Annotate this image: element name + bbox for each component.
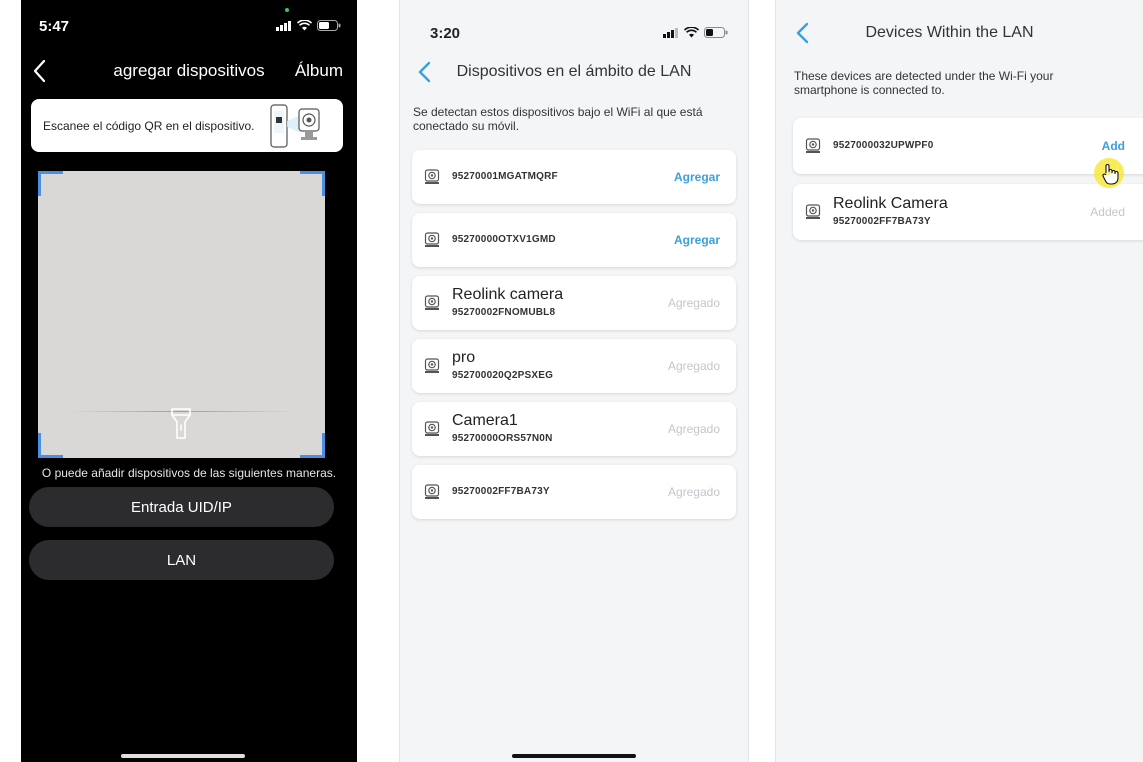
scan-corner	[38, 433, 63, 458]
camera-icon	[424, 295, 440, 311]
scan-device-illustration-icon	[270, 104, 320, 148]
device-card: 95270002FF7BA73Y Agregado	[412, 465, 736, 519]
device-uid: 95270002FF7BA73Y	[452, 486, 550, 497]
camera-icon	[805, 204, 821, 220]
added-status: Agregado	[667, 485, 720, 499]
device-name: Camera1	[452, 412, 518, 429]
scan-screen: 5:47 agregar dispositivos Álbum Escanee …	[21, 0, 357, 762]
device-card: 9527000032UPWPF0 Add	[793, 118, 1143, 174]
flashlight-icon[interactable]	[169, 407, 193, 441]
camera-icon	[424, 421, 440, 437]
device-card: pro 952700020Q2PSXEG Agregado	[412, 339, 736, 393]
added-status: Agregado	[667, 296, 720, 310]
page-title: Dispositivos en el ámbito de LAN	[456, 63, 692, 80]
add-device-button[interactable]: Agregar	[674, 233, 720, 247]
home-indicator	[512, 754, 636, 758]
device-card: 95270001MGATMQRF Agregar	[412, 150, 736, 204]
device-uid: 952700020Q2PSXEG	[452, 370, 554, 381]
uid-ip-entry-button[interactable]: Entrada UID/IP	[29, 487, 334, 527]
scan-corner	[300, 171, 325, 196]
lan-devices-screen-en: Devices Within the LAN These devices are…	[775, 0, 1143, 762]
camera-icon	[424, 484, 440, 500]
camera-icon	[424, 358, 440, 374]
nav-bar: Dispositivos en el ámbito de LAN	[400, 60, 748, 88]
battery-icon	[704, 27, 728, 38]
device-name: Reolink camera	[452, 286, 564, 303]
camera-icon	[424, 232, 440, 248]
nav-bar: Devices Within the LAN	[776, 21, 1143, 49]
added-status: Added	[1090, 205, 1125, 219]
device-uid: 95270001MGATMQRF	[452, 171, 558, 182]
device-card: 95270000OTXV1GMD Agregar	[412, 213, 736, 267]
device-uid: 95270002FF7BA73Y	[833, 216, 931, 227]
status-time: 3:20	[430, 25, 461, 42]
page-title: Devices Within the LAN	[865, 24, 1034, 41]
device-uid: 9527000032UPWPF0	[833, 140, 934, 151]
camera-icon	[424, 169, 440, 185]
description-text: These devices are detected under the Wi-…	[794, 69, 1054, 97]
status-time: 5:47	[39, 18, 70, 35]
scan-corner	[38, 171, 63, 196]
nav-bar: agregar dispositivos Álbum	[21, 58, 357, 86]
wifi-icon	[297, 20, 312, 31]
lan-button[interactable]: LAN	[29, 540, 334, 580]
battery-icon	[317, 20, 341, 31]
mic-indicator	[285, 8, 289, 12]
qr-hint-text: Escanee el código QR en el dispositivo.	[43, 119, 255, 133]
device-card: Camera1 95270000ORS57N0N Agregado	[412, 402, 736, 456]
wifi-icon	[684, 27, 699, 38]
device-name: pro	[452, 349, 476, 366]
album-button[interactable]: Álbum	[295, 61, 343, 81]
status-icons	[663, 27, 728, 38]
device-uid: 95270002FNOMUBL8	[452, 307, 556, 318]
camera-viewfinder	[38, 171, 325, 458]
status-icons	[276, 20, 341, 31]
device-uid: 95270000ORS57N0N	[452, 433, 553, 444]
home-indicator	[121, 754, 245, 758]
added-status: Agregado	[667, 359, 720, 373]
signal-icon	[663, 27, 678, 38]
camera-icon	[805, 138, 821, 154]
alternative-methods-text: O puede añadir dispositivos de las sigui…	[41, 466, 337, 480]
device-name: Reolink Camera	[833, 195, 948, 212]
lan-devices-screen-es: 3:20 Dispositivos en el ámbito de LAN Se…	[399, 0, 749, 762]
description-text: Se detectan estos dispositivos bajo el W…	[413, 105, 703, 133]
signal-icon	[276, 20, 291, 31]
scan-corner	[300, 433, 325, 458]
device-uid: 95270000OTXV1GMD	[452, 234, 556, 245]
added-status: Agregado	[667, 422, 720, 436]
device-card: Reolink Camera 95270002FF7BA73Y Added	[793, 184, 1143, 240]
device-card: Reolink camera 95270002FNOMUBL8 Agregado	[412, 276, 736, 330]
add-device-button[interactable]: Add	[1102, 139, 1125, 153]
hand-pointer-icon	[1102, 164, 1119, 185]
qr-hint-card: Escanee el código QR en el dispositivo.	[31, 99, 343, 152]
add-device-button[interactable]: Agregar	[674, 170, 720, 184]
